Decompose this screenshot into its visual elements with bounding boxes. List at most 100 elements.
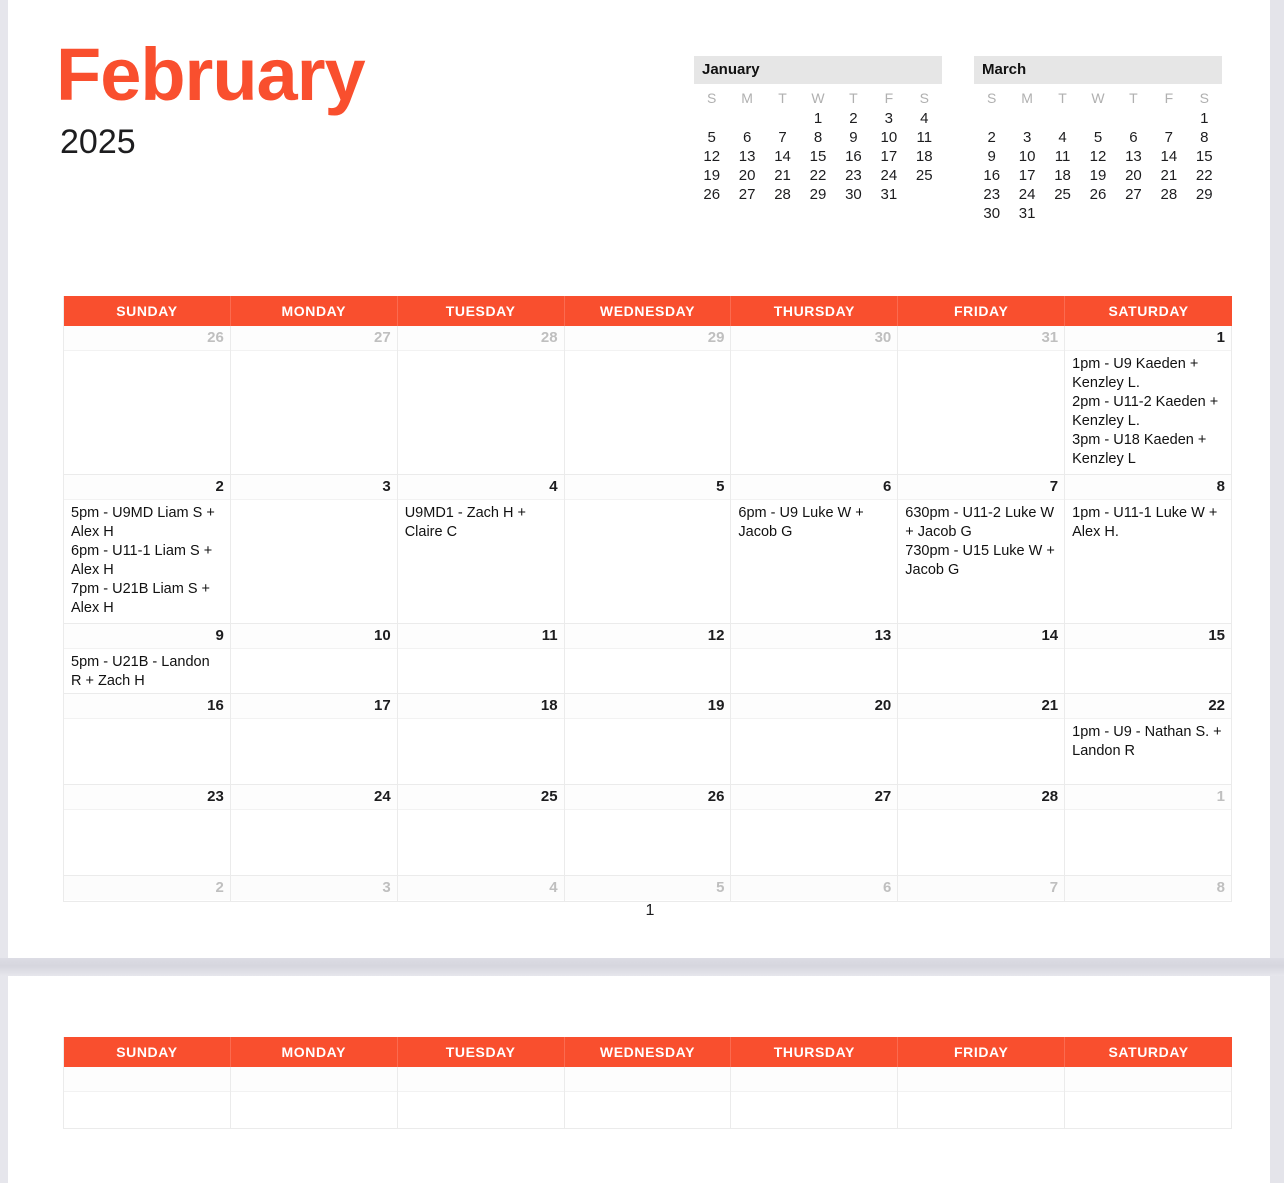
calendar-day-cell[interactable]: 8 1pm - U11-1 Luke W + Alex H. <box>1065 475 1232 624</box>
mini-calendar-day[interactable]: 23 <box>974 185 1009 204</box>
calendar-event[interactable]: 5pm - U21B - Landon R + Zach H <box>71 653 224 691</box>
mini-calendar-day[interactable]: 3 <box>871 109 906 128</box>
calendar-day-cell[interactable]: 9 5pm - U21B - Landon R + Zach H <box>64 624 231 694</box>
mini-calendar-day[interactable]: 1 <box>1187 109 1222 128</box>
calendar-event[interactable]: U9MD1 - Zach H + Claire C <box>405 504 558 542</box>
mini-calendar-day[interactable]: 22 <box>1187 166 1222 185</box>
mini-calendar-day[interactable]: 17 <box>1009 166 1044 185</box>
calendar-event[interactable]: 5pm - U9MD Liam S + Alex H <box>71 504 224 542</box>
mini-calendar-day[interactable]: 21 <box>1151 166 1186 185</box>
calendar-event[interactable]: 3pm - U18 Kaeden + Kenzley L <box>1072 431 1225 469</box>
mini-calendar-day[interactable]: 31 <box>871 185 906 204</box>
calendar-day-cell[interactable]: 12 <box>564 624 732 694</box>
calendar-day-cell[interactable]: 6 6pm - U9 Luke W + Jacob G <box>731 475 899 624</box>
calendar-day-cell[interactable]: 7 <box>898 876 1066 902</box>
mini-calendar-day[interactable]: 30 <box>836 185 871 204</box>
mini-calendar-day[interactable]: 21 <box>765 166 800 185</box>
mini-calendar-day[interactable]: 18 <box>1045 166 1080 185</box>
calendar-day-cell[interactable]: 8 <box>1065 876 1232 902</box>
mini-calendar-day[interactable]: 13 <box>1116 147 1151 166</box>
january-mini-calendar[interactable]: January SMTWTFS 1 2 3 4 5 6 7 8 9 10 11 12 13 14 15 16 1… <box>694 56 942 204</box>
calendar-day-cell[interactable] <box>898 1067 1066 1129</box>
calendar-day-cell[interactable]: 5 <box>564 876 732 902</box>
calendar-day-cell[interactable]: 20 <box>731 694 899 785</box>
calendar-day-cell[interactable]: 30 <box>731 326 899 475</box>
mini-calendar-day[interactable]: 29 <box>800 185 835 204</box>
calendar-event[interactable]: 2pm - U11-2 Kaeden + Kenzley L. <box>1072 393 1225 431</box>
calendar-day-cell[interactable] <box>230 1067 398 1129</box>
mini-calendar-day[interactable]: 23 <box>836 166 871 185</box>
mini-calendar-day[interactable]: 25 <box>907 166 942 185</box>
calendar-day-cell[interactable]: 11 <box>397 624 565 694</box>
calendar-day-cell[interactable]: 29 <box>564 326 732 475</box>
mini-calendar-day[interactable]: 6 <box>729 128 764 147</box>
mini-calendar-day[interactable]: 14 <box>765 147 800 166</box>
mini-calendar-day[interactable]: 28 <box>1151 185 1186 204</box>
mini-calendar-day[interactable]: 3 <box>1009 128 1044 147</box>
mini-calendar-day[interactable]: 27 <box>729 185 764 204</box>
mini-calendar-day[interactable]: 24 <box>871 166 906 185</box>
calendar-day-cell[interactable]: 3 <box>230 475 398 624</box>
calendar-day-cell[interactable]: 5 <box>564 475 732 624</box>
mini-calendar-day[interactable]: 10 <box>1009 147 1044 166</box>
calendar-day-cell[interactable]: 23 <box>64 785 231 876</box>
mini-calendar-day[interactable]: 16 <box>974 166 1009 185</box>
calendar-day-cell[interactable]: 1 <box>1065 785 1232 876</box>
calendar-day-cell[interactable]: 15 <box>1065 624 1232 694</box>
calendar-day-cell[interactable]: 4 <box>397 876 565 902</box>
mini-calendar-day[interactable]: 11 <box>1045 147 1080 166</box>
calendar-day-cell[interactable]: 24 <box>230 785 398 876</box>
calendar-day-cell[interactable]: 13 <box>731 624 899 694</box>
calendar-day-cell[interactable] <box>564 1067 732 1129</box>
calendar-day-cell[interactable]: 7 630pm - U11-2 Luke W + Jacob G 730pm - U… <box>898 475 1066 624</box>
calendar-day-cell[interactable]: 3 <box>230 876 398 902</box>
mini-calendar-day[interactable]: 15 <box>800 147 835 166</box>
calendar-day-cell[interactable]: 27 <box>731 785 899 876</box>
calendar-day-cell[interactable]: 21 <box>898 694 1066 785</box>
mini-calendar-day[interactable]: 24 <box>1009 185 1044 204</box>
mini-calendar-day[interactable]: 2 <box>836 109 871 128</box>
mini-calendar-day[interactable]: 4 <box>1045 128 1080 147</box>
mini-calendar-day[interactable]: 5 <box>1080 128 1115 147</box>
mini-calendar-day[interactable]: 9 <box>974 147 1009 166</box>
calendar-day-cell[interactable] <box>64 1067 231 1129</box>
calendar-day-cell[interactable]: 25 <box>397 785 565 876</box>
calendar-day-cell[interactable] <box>731 1067 899 1129</box>
calendar-day-cell[interactable] <box>1065 1067 1232 1129</box>
mini-calendar-day[interactable]: 28 <box>765 185 800 204</box>
mini-calendar-day[interactable]: 18 <box>907 147 942 166</box>
calendar-event[interactable]: 6pm - U11-1 Liam S + Alex H <box>71 542 224 580</box>
calendar-event[interactable]: 630pm - U11-2 Luke W + Jacob G <box>905 504 1058 542</box>
mini-calendar-day[interactable]: 12 <box>1080 147 1115 166</box>
calendar-day-cell[interactable]: 10 <box>230 624 398 694</box>
calendar-day-cell[interactable]: 31 <box>898 326 1066 475</box>
mini-calendar-day[interactable]: 10 <box>871 128 906 147</box>
mini-calendar-day[interactable]: 6 <box>1116 128 1151 147</box>
mini-calendar-day[interactable]: 2 <box>974 128 1009 147</box>
calendar-day-cell[interactable]: 22 1pm - U9 - Nathan S. + Landon R <box>1065 694 1232 785</box>
mini-calendar-day[interactable]: 22 <box>800 166 835 185</box>
mini-calendar-day[interactable]: 7 <box>1151 128 1186 147</box>
mini-calendar-day[interactable]: 19 <box>694 166 729 185</box>
march-mini-calendar[interactable]: March SMTWTFS 1 2 3 4 5 6 7 8 9 10 11 12 13 14 15 16 17 1… <box>974 56 1222 223</box>
calendar-day-cell[interactable]: 6 <box>731 876 899 902</box>
mini-calendar-day[interactable]: 1 <box>800 109 835 128</box>
calendar-day-cell[interactable]: 26 <box>64 326 231 475</box>
mini-calendar-day[interactable]: 8 <box>800 128 835 147</box>
calendar-event[interactable]: 1pm - U9 - Nathan S. + Landon R <box>1072 723 1225 761</box>
calendar-event[interactable]: 7pm - U21B Liam S + Alex H <box>71 580 224 618</box>
calendar-day-cell[interactable]: 2 <box>64 876 231 902</box>
calendar-event[interactable]: 6pm - U9 Luke W + Jacob G <box>738 504 891 542</box>
mini-calendar-day[interactable]: 26 <box>694 185 729 204</box>
calendar-day-cell[interactable]: 28 <box>397 326 565 475</box>
calendar-day-cell[interactable]: 16 <box>64 694 231 785</box>
mini-calendar-day[interactable]: 29 <box>1187 185 1222 204</box>
mini-calendar-day[interactable]: 17 <box>871 147 906 166</box>
mini-calendar-day[interactable]: 11 <box>907 128 942 147</box>
mini-calendar-day[interactable]: 15 <box>1187 147 1222 166</box>
calendar-event[interactable]: 1pm - U9 Kaeden + Kenzley L. <box>1072 355 1225 393</box>
mini-calendar-day[interactable]: 16 <box>836 147 871 166</box>
mini-calendar-day[interactable]: 14 <box>1151 147 1186 166</box>
calendar-day-cell[interactable] <box>397 1067 565 1129</box>
calendar-day-cell[interactable]: 1 1pm - U9 Kaeden + Kenzley L. 2pm - U11-2… <box>1065 326 1232 475</box>
